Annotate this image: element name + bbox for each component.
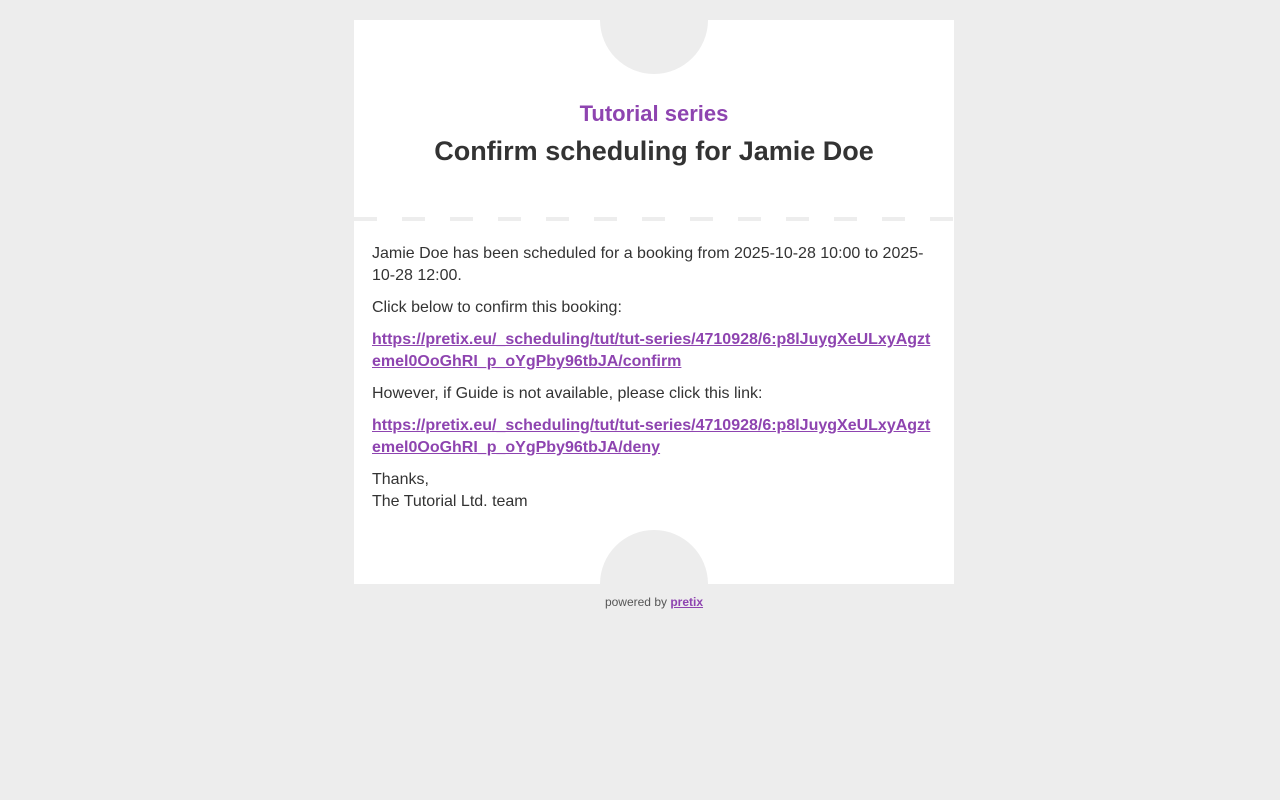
intro-text: Jamie Doe has been scheduled for a booki… <box>372 245 924 284</box>
ticket-notch-bottom <box>600 530 708 584</box>
signoff: Thanks, The Tutorial Ltd. team <box>372 469 936 513</box>
event-name: Tutorial series <box>579 101 729 126</box>
deny-link[interactable]: https://pretix.eu/_scheduling/tut/tut-se… <box>372 417 930 456</box>
deny-prompt: However, if Guide is not available, plea… <box>372 385 763 402</box>
email-card: Tutorial series Confirm scheduling for J… <box>354 20 954 584</box>
powered-by-label: powered by <box>604 595 667 609</box>
ticket-notch-top <box>600 20 708 74</box>
page-title: Confirm scheduling for Jamie Doe <box>434 136 874 166</box>
signoff-team: The Tutorial Ltd. team <box>372 493 528 510</box>
deny-link-paragraph: https://pretix.eu/_scheduling/tut/tut-se… <box>372 415 936 459</box>
confirm-link-paragraph: https://pretix.eu/_scheduling/tut/tut-se… <box>372 329 936 373</box>
message-body: Jamie Doe has been scheduled for a booki… <box>372 243 936 523</box>
confirm-prompt: Click below to confirm this booking: <box>372 299 622 316</box>
perforation-divider <box>354 217 954 221</box>
footer: powered by pretix <box>354 593 954 611</box>
signoff-thanks: Thanks, <box>372 471 429 488</box>
confirm-link[interactable]: https://pretix.eu/_scheduling/tut/tut-se… <box>372 331 930 370</box>
pretix-link[interactable]: pretix <box>670 595 703 609</box>
